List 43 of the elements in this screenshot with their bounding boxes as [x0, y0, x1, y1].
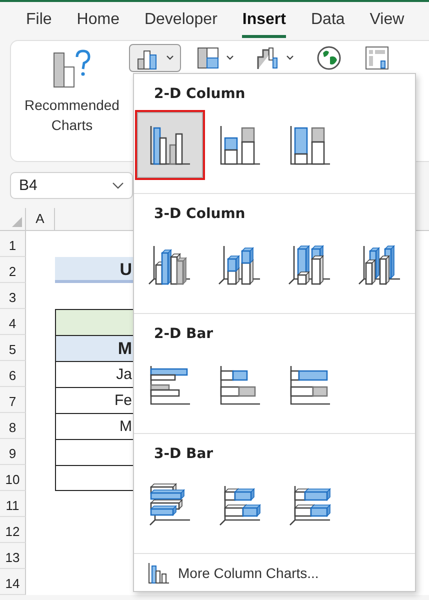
- chart-help-icon: [52, 49, 92, 89]
- row-header[interactable]: 9: [0, 439, 26, 465]
- recommended-charts-button[interactable]: Recommended Charts: [11, 41, 129, 161]
- section-heading: 2-D Column: [153, 85, 246, 104]
- pivot-chart-icon: [364, 45, 390, 71]
- section-heading: 3-D Bar: [153, 445, 214, 464]
- chevron-down-icon: [112, 182, 124, 190]
- row-header[interactable]: 11: [0, 491, 26, 517]
- row-header[interactable]: 7: [0, 387, 26, 413]
- row-header[interactable]: 4: [0, 309, 26, 335]
- row-header[interactable]: 5: [0, 335, 26, 361]
- ribbon-tab[interactable]: Home: [76, 4, 120, 38]
- triangle-icon: [12, 217, 22, 227]
- section-heading: 3-D Column: [153, 205, 246, 224]
- row-header[interactable]: 13: [0, 543, 26, 569]
- row-header[interactable]: 2: [0, 257, 26, 283]
- chevron-down-icon: [226, 55, 234, 61]
- table-cell: M: [55, 335, 133, 361]
- row-header[interactable]: 10: [0, 465, 26, 491]
- section-heading: 2-D Bar: [153, 325, 214, 344]
- 3d-column-chart-icon: [357, 242, 403, 288]
- row-header[interactable]: 6: [0, 361, 26, 387]
- ribbon-tab[interactable]: Data: [310, 4, 345, 38]
- ribbon-tab[interactable]: Developer: [144, 4, 218, 38]
- row-header[interactable]: 12: [0, 517, 26, 543]
- name-box[interactable]: B4: [10, 172, 133, 199]
- row-header[interactable]: 1: [0, 231, 26, 257]
- table-cell: U: [55, 257, 133, 283]
- more-charts-link[interactable]: More Column Charts...: [134, 554, 415, 584]
- column-chart-icon: [148, 562, 170, 584]
- chart-type-button[interactable]: [129, 44, 181, 72]
- globe-icon: [316, 45, 342, 71]
- chevron-down-icon: [166, 55, 174, 61]
- row-header[interactable]: 8: [0, 413, 26, 439]
- row-header[interactable]: 14: [0, 569, 26, 595]
- 3d-column-chart-icon: [287, 242, 333, 288]
- chevron-down-icon: [286, 55, 294, 61]
- ribbon-tab[interactable]: File: [26, 4, 52, 38]
- 3d-bar-chart-icon: [147, 482, 193, 528]
- ribbon-tab[interactable]: View: [370, 4, 404, 38]
- column-header[interactable]: A: [26, 208, 55, 230]
- chart-type-option[interactable]: [135, 110, 205, 180]
- row-header[interactable]: 3: [0, 283, 26, 309]
